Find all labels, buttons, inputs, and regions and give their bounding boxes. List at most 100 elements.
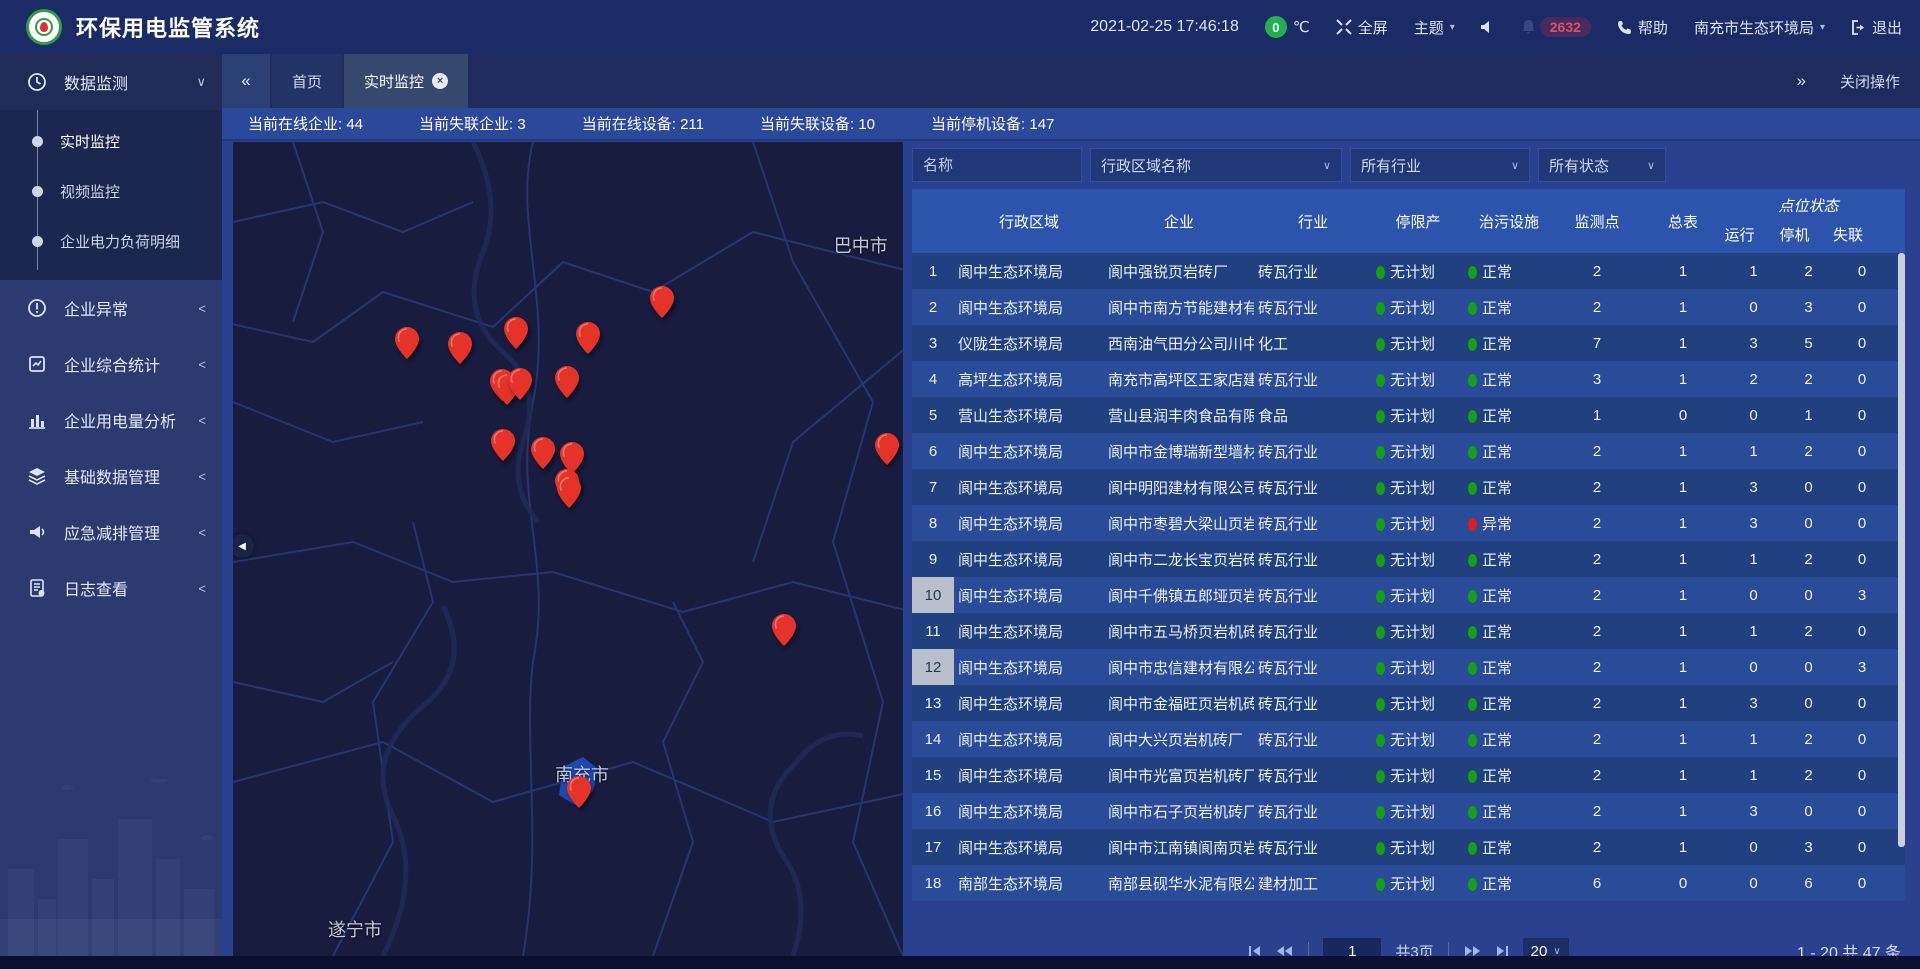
tab-close-icon[interactable]: × <box>432 73 448 89</box>
sidebar-item-1[interactable]: 数据监测∨ <box>0 54 222 110</box>
help-button[interactable]: 帮助 <box>1617 17 1668 38</box>
pollution-facility-cell: 正常 <box>1464 441 1554 462</box>
industry-cell: 砖瓦行业 <box>1254 837 1372 858</box>
table-row[interactable]: 1阆中生态环境局阆中强锐页岩砖厂砖瓦行业无计划正常21120 <box>912 253 1905 289</box>
pollution-facility-cell: 正常 <box>1464 261 1554 282</box>
running-count-cell: 3 <box>1726 803 1781 820</box>
table-row[interactable]: 17阆中生态环境局阆中市江南镇阆南页岩砖瓦行业无计划正常21030 <box>912 829 1905 865</box>
sidebar-item-7[interactable]: 日志查看< <box>0 560 222 616</box>
close-operations-button[interactable]: 关闭操作 <box>1840 71 1900 92</box>
monitor-points-cell: 2 <box>1554 659 1640 676</box>
row-index-cell: 13 <box>912 685 954 721</box>
sidebar-item-6[interactable]: 应急减排管理< <box>0 504 222 560</box>
running-count-cell: 0 <box>1726 875 1781 892</box>
stat-3: 当前在线设备: 211 <box>582 113 704 134</box>
tab-首页[interactable]: 首页 <box>272 54 342 108</box>
monitor-points-cell: 6 <box>1554 875 1640 892</box>
table-row[interactable]: 13阆中生态环境局阆中市金福旺页岩机砖砖瓦行业无计划正常21300 <box>912 685 1905 721</box>
sidebar-item-2[interactable]: 企业异常< <box>0 280 222 336</box>
table-row[interactable]: 9阆中生态环境局阆中市二龙长宝页岩砖砖瓦行业无计划正常21120 <box>912 541 1905 577</box>
table-scrollbar[interactable] <box>1898 253 1905 928</box>
map-pin-icon[interactable] <box>508 368 532 400</box>
map-pin-icon[interactable] <box>448 332 472 364</box>
bullet-dot-icon <box>32 236 43 247</box>
table-row[interactable]: 8阆中生态环境局阆中市枣碧大梁山页岩砖瓦行业无计划异常21300 <box>912 505 1905 541</box>
chevron-down-icon: ∨ <box>1511 159 1519 172</box>
table-row[interactable]: 2阆中生态环境局阆中市南方节能建材有砖瓦行业无计划正常21030 <box>912 289 1905 325</box>
name-filter-input[interactable] <box>923 157 1071 174</box>
sidebar-item-5[interactable]: 基础数据管理< <box>0 448 222 504</box>
table-row[interactable]: 3仪陇生态环境局西南油气田分公司川中化工无计划正常71350 <box>912 325 1905 361</box>
company-cell: 阆中强锐页岩砖厂 <box>1104 261 1254 282</box>
city-label-遂宁市: 遂宁市 <box>328 916 382 942</box>
company-cell: 阆中明阳建材有限公司 <box>1104 477 1254 498</box>
sidebar-item-3[interactable]: 企业综合统计< <box>0 336 222 392</box>
company-cell: 阆中大兴页岩机砖厂 <box>1104 729 1254 750</box>
sidebar-submenu: 实时监控视频监控企业电力负荷明细 <box>0 110 222 280</box>
stat-5: 当前停机设备: 147 <box>931 113 1054 134</box>
monitor-table-panel: 行政区域名称 ∨ 所有行业 ∨ 所有状态 ∨ 行政区域企业行业停限产治污设施监测… <box>912 142 1905 969</box>
total-meter-cell: 0 <box>1640 407 1726 424</box>
stat-4: 当前失联设备: 10 <box>760 113 875 134</box>
tab-bar: « 首页实时监控× » 关闭操作 <box>222 54 1920 108</box>
monitor-points-cell: 2 <box>1554 515 1640 532</box>
sidebar-subitem-企业电力负荷明细[interactable]: 企业电力负荷明细 <box>0 216 222 266</box>
map-pin-icon[interactable] <box>531 437 555 469</box>
table-row[interactable]: 4高坪生态环境局南充市高坪区王家店建砖瓦行业无计划正常31220 <box>912 361 1905 397</box>
theme-dropdown[interactable]: 主题 ▾ <box>1414 17 1455 38</box>
row-index-cell: 14 <box>912 721 954 757</box>
table-row[interactable]: 14阆中生态环境局阆中大兴页岩机砖厂砖瓦行业无计划正常21120 <box>912 721 1905 757</box>
table-row[interactable]: 12阆中生态环境局阆中市忠信建材有限公砖瓦行业无计划正常21003 <box>912 649 1905 685</box>
table-row[interactable]: 5营山生态环境局营山县润丰肉食品有限食品无计划正常10010 <box>912 397 1905 433</box>
map-pin-icon[interactable] <box>567 776 591 808</box>
company-cell: 阆中千佛镇五郎垭页岩 <box>1104 585 1254 606</box>
pollution-facility-cell: 正常 <box>1464 765 1554 786</box>
status-dot-icon <box>1376 842 1385 855</box>
fullscreen-button[interactable]: 全屏 <box>1336 17 1388 38</box>
tabs-scroll-right-button[interactable]: » <box>1797 71 1806 91</box>
map-pin-icon[interactable] <box>875 433 899 465</box>
logout-button[interactable]: 退出 <box>1851 17 1902 38</box>
table-row[interactable]: 11阆中生态环境局阆中市五马桥页岩机砖砖瓦行业无计划正常21120 <box>912 613 1905 649</box>
map-pin-icon[interactable] <box>576 322 600 354</box>
chevron-down-icon: ∨ <box>1647 159 1655 172</box>
map-pin-icon[interactable] <box>555 366 579 398</box>
map-pin-icon[interactable] <box>557 476 581 508</box>
sound-toggle[interactable] <box>1481 20 1495 34</box>
tabs-scroll-left-button[interactable]: « <box>222 54 270 108</box>
row-index-cell: 17 <box>912 829 954 865</box>
tab-实时监控[interactable]: 实时监控× <box>344 54 468 108</box>
stat-value: 3 <box>517 116 525 133</box>
industry-filter-select[interactable]: 所有行业 ∨ <box>1350 148 1530 182</box>
status-dot-icon <box>1376 518 1385 531</box>
monitor-points-cell: 2 <box>1554 695 1640 712</box>
notifications-button[interactable]: 2632 <box>1521 17 1591 37</box>
table-row[interactable]: 10阆中生态环境局阆中千佛镇五郎垭页岩砖瓦行业无计划正常21003 <box>912 577 1905 613</box>
row-index-cell: 16 <box>912 793 954 829</box>
industry-cell: 砖瓦行业 <box>1254 657 1372 678</box>
sidebar-item-label: 基础数据管理 <box>64 464 160 488</box>
halted-count-cell: 2 <box>1781 767 1836 784</box>
company-cell: 阆中市枣碧大梁山页岩 <box>1104 513 1254 534</box>
scrollbar-thumb[interactable] <box>1898 253 1905 847</box>
map-pin-icon[interactable] <box>650 286 674 318</box>
region-filter-select[interactable]: 行政区域名称 ∨ <box>1090 148 1342 182</box>
map-pin-icon[interactable] <box>395 327 419 359</box>
production-limit-cell: 无计划 <box>1372 729 1464 750</box>
map-pin-icon[interactable] <box>504 317 528 349</box>
sidebar-item-4[interactable]: 企业用电量分析< <box>0 392 222 448</box>
sidebar-subitem-实时监控[interactable]: 实时监控 <box>0 116 222 166</box>
table-row[interactable]: 7阆中生态环境局阆中明阳建材有限公司砖瓦行业无计划正常21300 <box>912 469 1905 505</box>
table-row[interactable]: 6阆中生态环境局阆中市金博瑞新型墙材砖瓦行业无计划正常21120 <box>912 433 1905 469</box>
monitor-points-cell: 2 <box>1554 479 1640 496</box>
map-pin-icon[interactable] <box>491 429 515 461</box>
table-row[interactable]: 18南部生态环境局南部县砚华水泥有限公建材加工无计划正常60060 <box>912 865 1905 901</box>
map-pin-icon[interactable] <box>772 614 796 646</box>
map-panel[interactable]: 巴中市南充市遂宁市 ◀ <box>233 142 903 956</box>
table-row[interactable]: 15阆中生态环境局阆中市光富页岩机砖厂砖瓦行业无计划正常21120 <box>912 757 1905 793</box>
table-row[interactable]: 16阆中生态环境局阆中市石子页岩机砖厂砖瓦行业无计划正常21300 <box>912 793 1905 829</box>
org-dropdown[interactable]: 南充市生态环境局 ▾ <box>1694 17 1825 38</box>
sidebar-subitem-视频监控[interactable]: 视频监控 <box>0 166 222 216</box>
region-cell: 阆中生态环境局 <box>954 693 1104 714</box>
status-filter-select[interactable]: 所有状态 ∨ <box>1538 148 1666 182</box>
